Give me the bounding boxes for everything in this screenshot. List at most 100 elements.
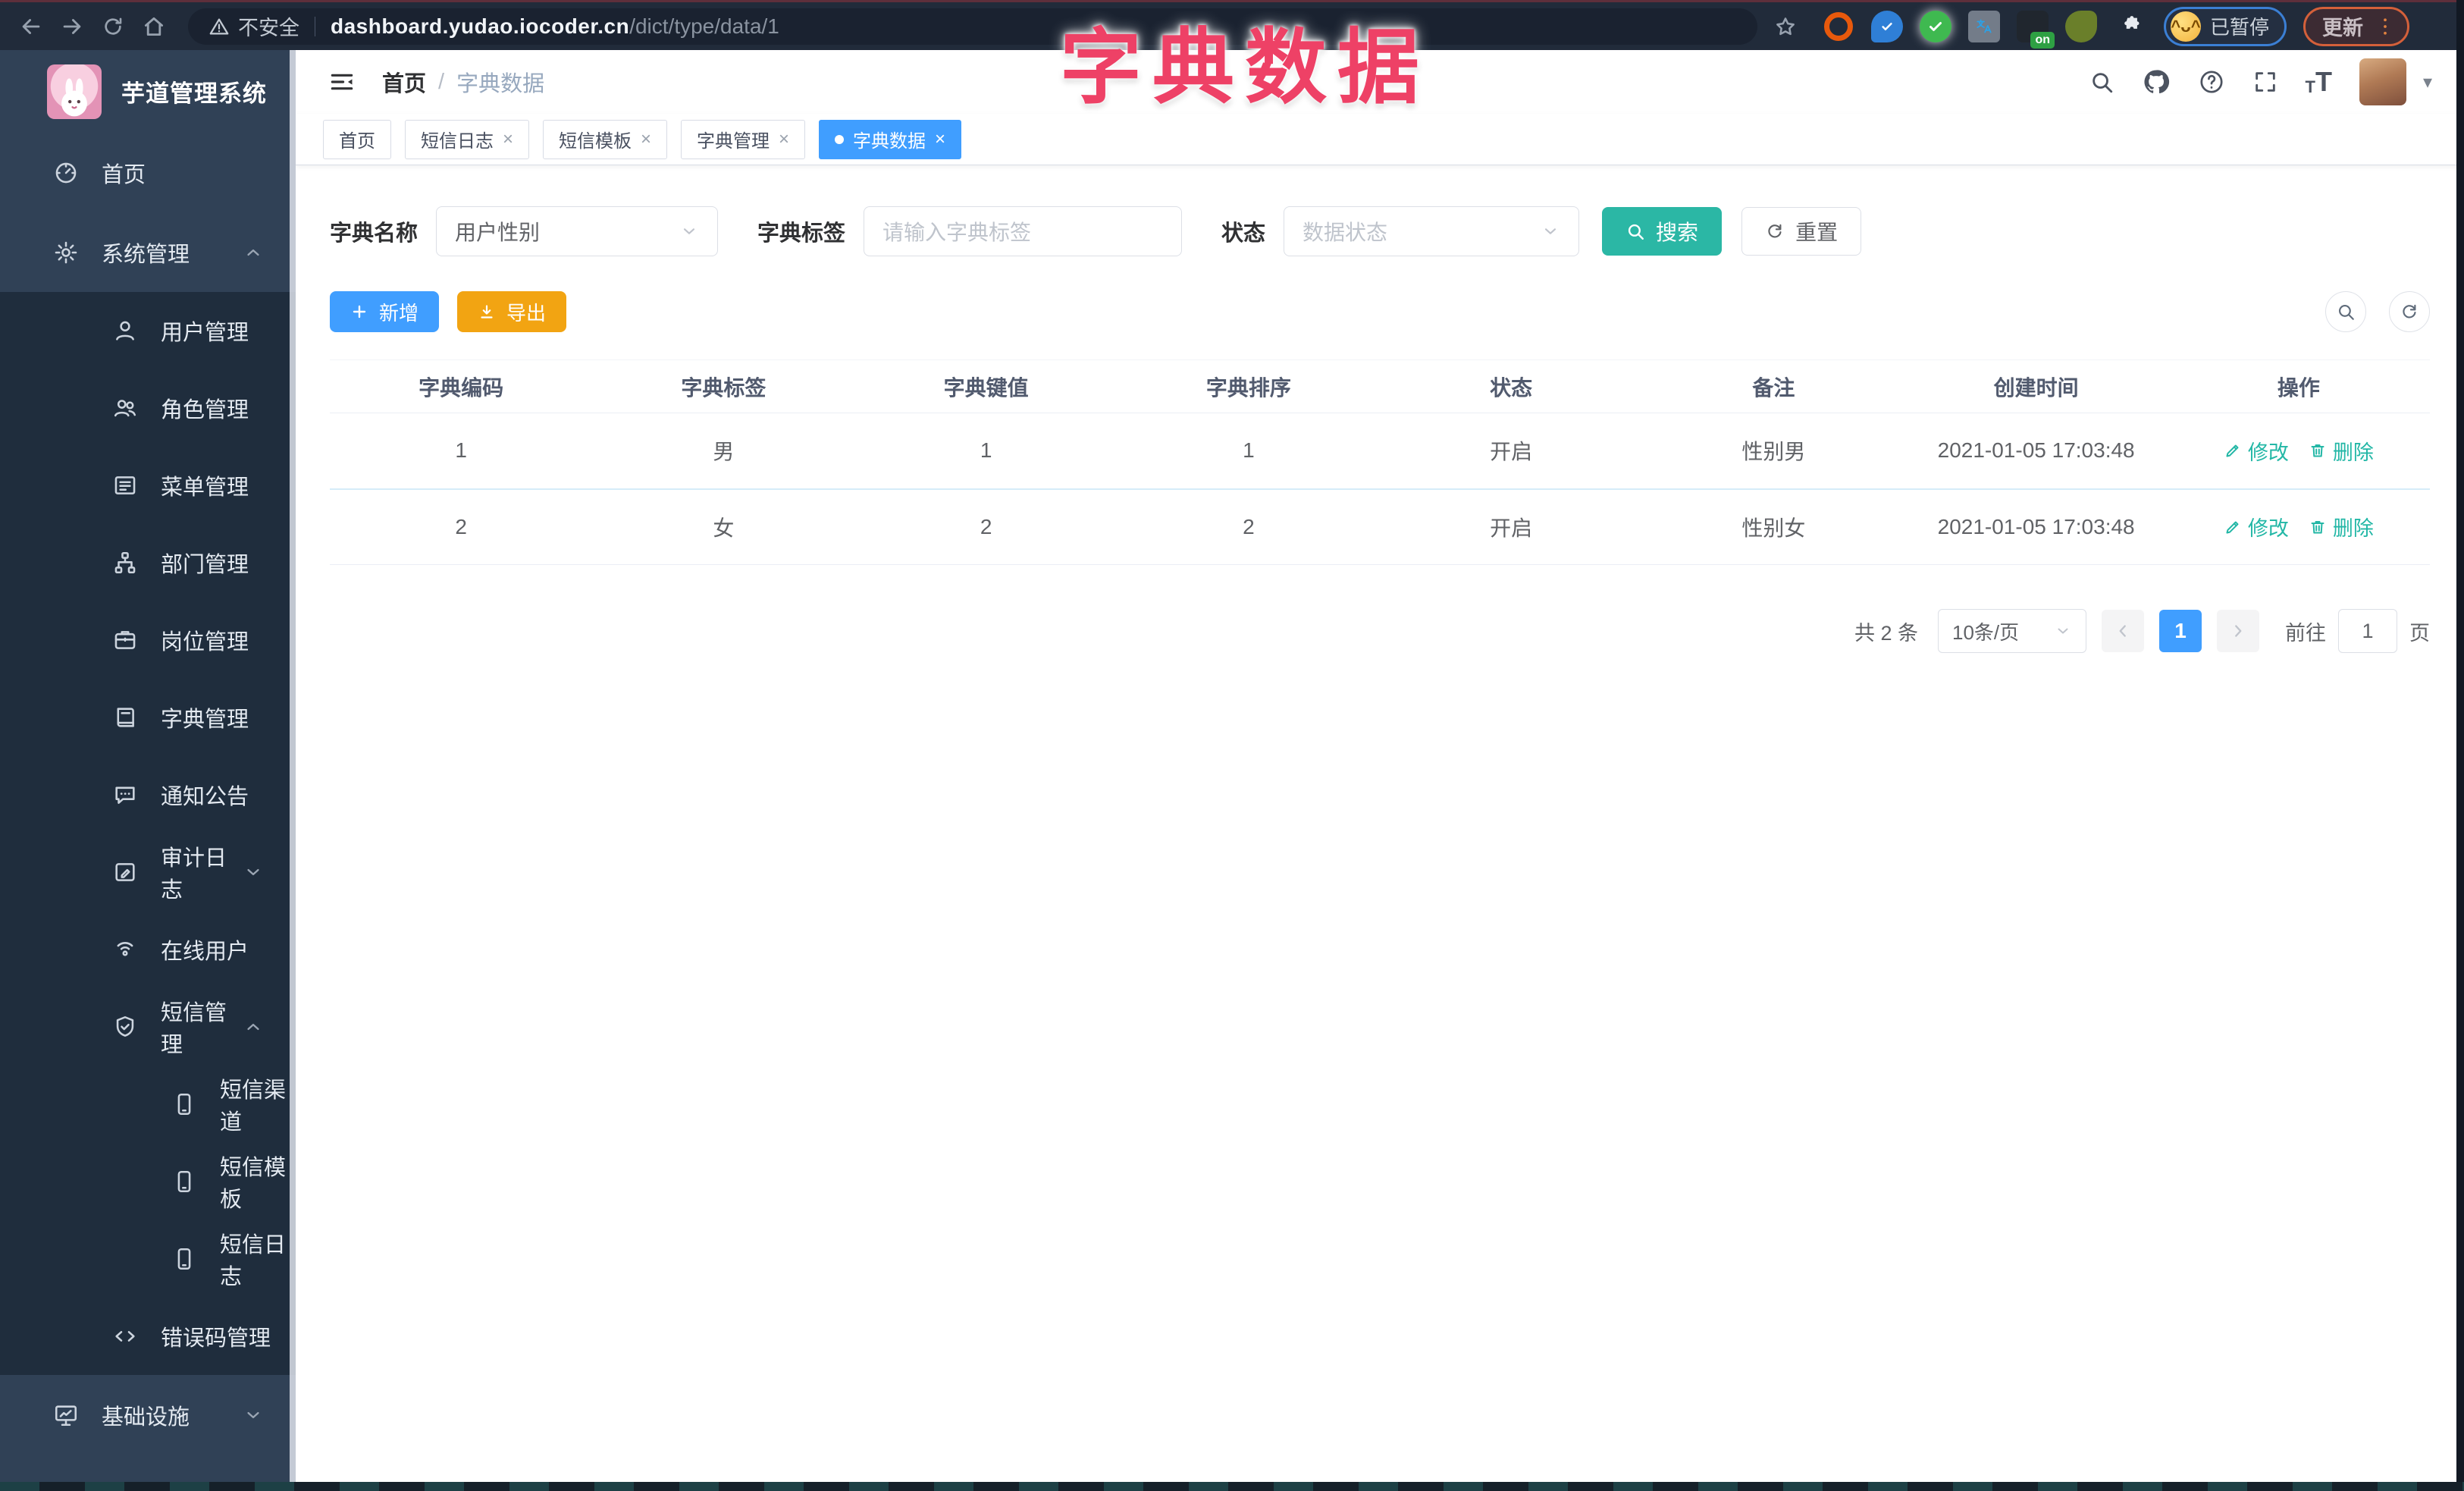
- tab-home[interactable]: 首页: [323, 119, 391, 159]
- sidebar-item-infrastructure[interactable]: 基础设施: [0, 1375, 296, 1455]
- export-button[interactable]: 导出: [457, 291, 567, 332]
- sidebar-item-role-management[interactable]: 角色管理: [0, 369, 296, 447]
- search-button[interactable]: 搜索: [1602, 207, 1723, 256]
- goto-page-input[interactable]: 1: [2338, 609, 2397, 653]
- sidebar-item-system-management[interactable]: 系统管理: [0, 212, 296, 292]
- address-bar[interactable]: 不安全 dashboard.yudao.iocoder.cn/dict/type…: [188, 8, 1757, 45]
- sidebar-item-notice[interactable]: 通知公告: [0, 756, 296, 833]
- tab-close-icon[interactable]: ×: [935, 129, 945, 150]
- tab-close-icon[interactable]: ×: [779, 129, 789, 150]
- refresh-table-button[interactable]: [2389, 291, 2430, 332]
- mobile-icon: [177, 1093, 191, 1116]
- puzzle-extensions-icon[interactable]: [2114, 11, 2146, 42]
- chevup-icon: [247, 1023, 259, 1031]
- current-page-button[interactable]: 1: [2159, 610, 2202, 652]
- browser-reload-icon[interactable]: [92, 6, 133, 47]
- sidebar-item-label: 通知公告: [161, 785, 249, 809]
- sidebar-scrollbar[interactable]: [290, 50, 296, 1489]
- bookmark-star-icon[interactable]: [1765, 6, 1806, 47]
- trash-icon: [2311, 444, 2324, 457]
- next-page-button[interactable]: [2217, 610, 2259, 652]
- tab-dict-management[interactable]: 字典管理 ×: [681, 119, 806, 159]
- browser-forward-icon[interactable]: [52, 6, 92, 47]
- tab-close-icon[interactable]: ×: [641, 129, 651, 150]
- breadcrumb-home[interactable]: 首页: [382, 66, 426, 98]
- green-sprout-extension-icon[interactable]: [2065, 10, 2097, 42]
- browser-menu-dots-icon[interactable]: [2374, 15, 2397, 38]
- avatar-caret-down-icon[interactable]: ▾: [2423, 71, 2432, 93]
- chevron-down-icon: [1541, 221, 1560, 241]
- translate-icon: [1977, 18, 1992, 33]
- gray-translate-extension-icon[interactable]: [1968, 10, 2000, 42]
- page-content: 字典名称 用户性别 字典标签 请输入字典标签 状态 数据状态 搜索 重置 新增 …: [296, 165, 2464, 1489]
- font-size-icon[interactable]: TT: [2306, 68, 2332, 96]
- delete-link[interactable]: 删除: [2309, 436, 2374, 466]
- sidebar-item-label: 审计日志: [161, 846, 227, 902]
- toggle-search-button[interactable]: [2325, 291, 2366, 332]
- sidebar-item-online-users[interactable]: 在线用户: [0, 911, 296, 988]
- table-toolbar: 新增 导出: [330, 291, 2430, 332]
- chevdown-icon: [683, 228, 695, 234]
- table-cell: 1: [330, 413, 593, 490]
- dict-tag-input[interactable]: 请输入字典标签: [864, 206, 1183, 256]
- user-icon: [116, 321, 134, 341]
- browser-back-icon[interactable]: [11, 6, 52, 47]
- comment-icon: [115, 786, 135, 804]
- column-header: 创建时间: [1904, 359, 2168, 413]
- edit-label: 修改: [2247, 441, 2289, 464]
- download-icon: [481, 305, 493, 319]
- profile-paused-chip[interactable]: ^ᴗ^ 已暂停: [2164, 6, 2287, 46]
- sidebar-item-post-management[interactable]: 岗位管理: [0, 601, 296, 679]
- sidebar-item-label: 短信渠道: [220, 1078, 287, 1135]
- sidebar-item-menu-management[interactable]: 菜单管理: [0, 447, 296, 524]
- help-icon[interactable]: [2198, 68, 2225, 96]
- github-icon[interactable]: [2142, 67, 2171, 96]
- delete-label: 删除: [2332, 441, 2374, 464]
- tab-dict-data[interactable]: 字典数据 ×: [819, 119, 962, 159]
- green-check-extension-icon[interactable]: [1920, 10, 1951, 42]
- search-icon: [1625, 221, 1645, 241]
- tab-close-icon[interactable]: ×: [503, 129, 513, 150]
- browser-home-icon[interactable]: [133, 6, 174, 47]
- sidebar-item-dept-management[interactable]: 部门管理: [0, 524, 296, 601]
- tab-sms-template[interactable]: 短信模板 ×: [543, 119, 668, 159]
- fullscreen-icon[interactable]: [2252, 69, 2278, 95]
- logo-row[interactable]: 芋道管理系统: [0, 50, 296, 133]
- sidebar-item-dict-management[interactable]: 字典管理: [0, 679, 296, 756]
- reload-icon: [105, 17, 122, 35]
- sidebar-item-sms-channel[interactable]: 短信渠道: [0, 1066, 296, 1143]
- tab-sms-log[interactable]: 短信日志 ×: [405, 119, 530, 159]
- menu-fold-icon[interactable]: [328, 67, 356, 96]
- blue-pin-extension-icon[interactable]: [1871, 10, 1903, 42]
- edit-link[interactable]: 修改: [2224, 512, 2289, 541]
- sidebar-item-label: 角色管理: [161, 398, 249, 422]
- orange-ring-extension-icon[interactable]: [1823, 11, 1854, 42]
- dict-name-select[interactable]: 用户性别: [436, 206, 719, 256]
- dashboard-icon: [55, 162, 77, 183]
- sidebar-item-audit-log[interactable]: 审计日志: [0, 833, 296, 911]
- header-search-icon[interactable]: [2089, 69, 2114, 95]
- sidebar-item-sms-management[interactable]: 短信管理: [0, 988, 296, 1066]
- dotsv-icon: [2384, 17, 2387, 35]
- user-avatar[interactable]: [2359, 58, 2406, 105]
- reset-button[interactable]: 重置: [1741, 207, 1862, 256]
- online-icon: [117, 942, 133, 956]
- edit-link[interactable]: 修改: [2224, 436, 2289, 466]
- page-size-select[interactable]: 10条/页: [1938, 609, 2086, 653]
- puzzle-icon: [2124, 15, 2140, 29]
- sidebar-item-user-management[interactable]: 用户管理: [0, 292, 296, 369]
- sidebar-item-label: 部门管理: [161, 553, 249, 577]
- filter-form: 字典名称 用户性别 字典标签 请输入字典标签 状态 数据状态 搜索 重置: [330, 206, 2430, 256]
- dark-on-badge-extension-icon[interactable]: on: [2017, 10, 2055, 49]
- page-unit-label: 页: [2409, 621, 2430, 645]
- sidebar-item-sms-log[interactable]: 短信日志: [0, 1220, 296, 1298]
- prev-page-button[interactable]: [2102, 610, 2144, 652]
- sidebar-item-sms-template[interactable]: 短信模板: [0, 1143, 296, 1220]
- status-select[interactable]: 数据状态: [1284, 206, 1580, 256]
- add-button[interactable]: 新增: [330, 291, 440, 332]
- refresh-icon: [1768, 224, 1782, 238]
- browser-update-button[interactable]: 更新: [2303, 6, 2410, 46]
- sidebar-item-home[interactable]: 首页: [0, 133, 296, 212]
- delete-link[interactable]: 删除: [2309, 512, 2374, 541]
- sidebar-item-error-code[interactable]: 错误码管理: [0, 1298, 296, 1375]
